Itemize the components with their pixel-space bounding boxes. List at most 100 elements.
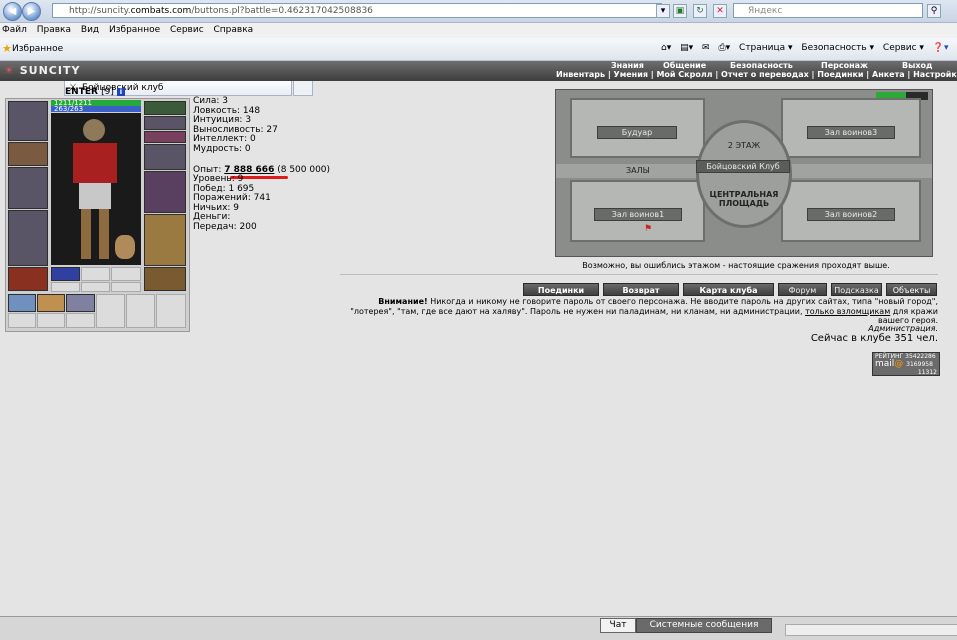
- player-marker-icon: ⚑: [644, 224, 653, 234]
- info-icon[interactable]: i: [116, 88, 125, 96]
- menu-help[interactable]: Справка: [214, 25, 254, 35]
- room-warriors2-label: Зал воинов2: [807, 208, 895, 221]
- rings-slot[interactable]: [144, 116, 186, 130]
- legs-slot[interactable]: [144, 214, 186, 266]
- tab-system-messages[interactable]: Системные сообщения: [636, 618, 772, 633]
- rating-n3: 11312: [917, 369, 937, 376]
- empty-slot[interactable]: [81, 267, 110, 281]
- stop-icon[interactable]: ✕: [713, 4, 727, 18]
- safety-menu[interactable]: Безопасность ▾: [801, 43, 874, 53]
- room-warriors2[interactable]: Зал воинов2: [781, 180, 921, 242]
- mana-bar: 263/263: [51, 106, 141, 113]
- scroll-slot[interactable]: [37, 294, 65, 312]
- gloves-slot[interactable]: [144, 144, 186, 170]
- room-warriors1[interactable]: Зал воинов1: [570, 180, 705, 242]
- sub-nav[interactable]: Инвентарь | Умения | Мой Скролл | Отчет …: [556, 70, 957, 80]
- admin-signature: Администрация.: [868, 324, 938, 333]
- empty-slot[interactable]: [81, 282, 110, 292]
- mail-rating-badge[interactable]: РЕЙТИНГ 35422286 mail@ 3169958 11312: [872, 352, 940, 376]
- menu-edit[interactable]: Правка: [37, 25, 71, 35]
- help-icon[interactable]: ❓▾: [933, 43, 949, 53]
- empty-slot[interactable]: [96, 294, 125, 328]
- character-avatar[interactable]: [51, 113, 141, 265]
- page-menu[interactable]: Страница ▾: [739, 43, 793, 53]
- amulet-slot[interactable]: [144, 101, 186, 115]
- empty-slot[interactable]: [66, 313, 95, 328]
- nav-security[interactable]: Безопасность: [730, 61, 793, 70]
- character-name[interactable]: ENTER [9] i: [45, 87, 145, 97]
- horizontal-scrollbar[interactable]: [785, 624, 957, 636]
- avatar-leg-right: [99, 209, 109, 259]
- helmet-slot[interactable]: [8, 101, 48, 141]
- elixir-slot[interactable]: [66, 294, 95, 312]
- avatar-head: [83, 119, 105, 141]
- objects-button[interactable]: Объекты: [886, 283, 937, 296]
- room-boudoir[interactable]: Будуар: [570, 98, 705, 158]
- nav-exit[interactable]: Выход: [902, 61, 932, 70]
- favorites-button[interactable]: Избранное: [12, 44, 63, 54]
- pet-icon[interactable]: [115, 235, 135, 259]
- empty-slot[interactable]: [126, 294, 155, 328]
- map-caption: Возможно, вы ошиблись этажом - настоящие…: [582, 261, 890, 270]
- search-input[interactable]: Яндекс: [733, 3, 923, 18]
- top-nav: Знания Общение Безопасность Персонаж Вых…: [597, 61, 949, 70]
- url-input[interactable]: http://suncity.combats.com/buttons.pl?ba…: [52, 3, 662, 18]
- character-panel: 1211/1211 263/263: [5, 98, 190, 332]
- feeds-icon[interactable]: ▤▾: [680, 43, 693, 53]
- hint-button[interactable]: Подсказка: [831, 283, 882, 296]
- gem-slot[interactable]: [51, 267, 80, 281]
- empty-slot[interactable]: [51, 282, 80, 292]
- empty-slot[interactable]: [111, 267, 141, 281]
- empty-slot[interactable]: [156, 294, 186, 328]
- empty-slot[interactable]: [8, 313, 36, 328]
- tools-menu[interactable]: Сервис ▾: [883, 43, 924, 53]
- menu-view[interactable]: Вид: [81, 25, 99, 35]
- rating-n1: 35422286: [905, 353, 936, 360]
- url-path: /buttons.pl?battle=0.462317042508836: [191, 6, 373, 16]
- central-plaza[interactable]: [696, 120, 792, 228]
- potion-slot[interactable]: [8, 294, 36, 312]
- shield-slot[interactable]: [144, 171, 186, 213]
- weapon-slot[interactable]: [8, 167, 48, 209]
- floor2-label[interactable]: 2 ЭТАЖ: [712, 141, 776, 150]
- nav-character[interactable]: Персонаж: [821, 61, 868, 70]
- room-warriors1-label: Зал воинов1: [594, 208, 682, 221]
- menu-file[interactable]: Файл: [2, 25, 27, 35]
- ring-row-slot[interactable]: [144, 131, 186, 143]
- battles-button[interactable]: Поединки: [523, 283, 599, 296]
- empty-slot[interactable]: [37, 313, 65, 328]
- club-map-button[interactable]: Карта клуба: [683, 283, 774, 296]
- boots-slot[interactable]: [144, 267, 186, 291]
- nav-knowledge[interactable]: Знания: [611, 61, 644, 70]
- tab-chat[interactable]: Чат: [600, 618, 636, 633]
- menu-favorites[interactable]: Избранное: [109, 25, 160, 35]
- url-domain: combats.com: [130, 6, 192, 16]
- online-count: Сейчас в клубе 351 чел.: [810, 333, 938, 344]
- home-icon[interactable]: ⌂▾: [661, 43, 671, 53]
- refresh-icon[interactable]: ↻: [693, 4, 707, 18]
- mail-icon[interactable]: ✉: [702, 43, 710, 53]
- exp-next: (8 500 000): [277, 165, 331, 175]
- search-icon[interactable]: ⚲: [927, 4, 941, 18]
- room-warriors3[interactable]: Зал воинов3: [781, 98, 921, 158]
- forum-button[interactable]: Форум: [778, 283, 827, 296]
- dropdown-icon[interactable]: ▾: [656, 4, 670, 18]
- empty-slot[interactable]: [111, 282, 141, 292]
- fight-club-plaque[interactable]: Бойцовский Клуб: [696, 160, 790, 173]
- bracers-slot[interactable]: [8, 142, 48, 166]
- menu-tools[interactable]: Сервис: [170, 25, 204, 35]
- warning-link[interactable]: только взломщикам: [805, 307, 890, 316]
- forward-icon[interactable]: ▶: [22, 2, 41, 21]
- rating-brand: mail: [875, 359, 895, 369]
- nav-communication[interactable]: Общение: [663, 61, 706, 70]
- central-plaza-label: ЦЕНТРАЛЬНАЯ ПЛОЩАДЬ: [709, 190, 779, 208]
- room-warriors3-label: Зал воинов3: [807, 126, 895, 139]
- back-icon[interactable]: ◀: [3, 2, 22, 21]
- belt-slot[interactable]: [8, 267, 48, 291]
- url-host: http://suncity.: [69, 6, 131, 16]
- armor-slot[interactable]: [8, 210, 48, 266]
- print-icon[interactable]: ⎙▾: [718, 43, 730, 53]
- back-button[interactable]: Возврат: [603, 283, 679, 296]
- halls-label[interactable]: ЗАЛЫ: [626, 166, 650, 175]
- compat-icon[interactable]: ▣: [673, 4, 687, 18]
